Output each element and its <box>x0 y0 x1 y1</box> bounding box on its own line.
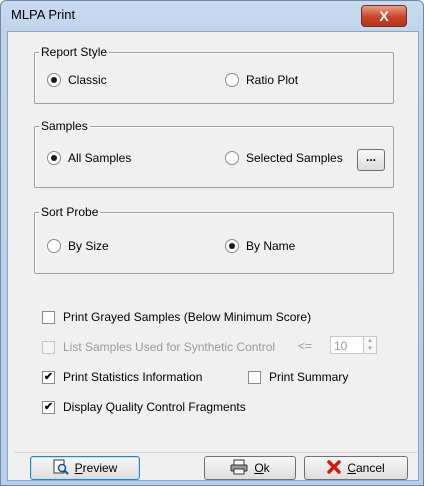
radio-by-name-indicator[interactable] <box>225 239 239 253</box>
window-title: MLPA Print <box>11 7 76 22</box>
dialog-window: MLPA Print X Report Style Classic Ratio … <box>0 0 424 486</box>
sort-probe-group: Sort Probe By Size By Name <box>34 205 394 274</box>
radio-classic-label: Classic <box>68 73 107 87</box>
radio-by-name-label: By Name <box>246 239 296 253</box>
sort-probe-legend: Sort Probe <box>39 205 101 219</box>
spin-down-icon: ▼ <box>367 346 373 352</box>
check-synthetic-control-label: List Samples Used for Synthetic Control <box>63 340 276 354</box>
check-synthetic-control-box <box>42 340 55 354</box>
preview-button[interactable]: Preview <box>30 456 140 480</box>
synthetic-count-field: 10 <box>330 336 364 354</box>
check-display-qc-box[interactable]: ✔ <box>42 400 55 414</box>
red-x-icon <box>327 459 342 477</box>
radio-selected-samples-label: Selected Samples <box>246 151 343 165</box>
check-print-summary[interactable]: Print Summary <box>248 370 348 384</box>
report-style-legend: Report Style <box>39 45 110 59</box>
radio-selected-samples[interactable]: Selected Samples <box>225 151 343 165</box>
check-display-qc[interactable]: ✔ Display Quality Control Fragments <box>42 400 246 414</box>
check-print-summary-label: Print Summary <box>269 370 349 384</box>
magnifier-page-icon <box>53 459 69 478</box>
samples-legend: Samples <box>39 119 90 133</box>
radio-by-size-indicator[interactable] <box>47 239 61 253</box>
preview-button-label: Preview <box>74 461 118 475</box>
check-print-statistics[interactable]: ✔ Print Statistics Information <box>42 370 202 384</box>
radio-by-size[interactable]: By Size <box>47 239 109 253</box>
check-print-grayed-label: Print Grayed Samples (Below Minimum Scor… <box>63 310 312 324</box>
synthetic-count-arrows: ▲ ▼ <box>364 336 377 354</box>
printer-icon <box>230 459 248 478</box>
synthetic-operator: <= <box>298 339 313 353</box>
radio-classic[interactable]: Classic <box>47 73 107 87</box>
footer-divider <box>14 452 418 453</box>
radio-ratio-plot-label: Ratio Plot <box>246 73 299 87</box>
radio-all-samples[interactable]: All Samples <box>47 151 131 165</box>
check-print-statistics-label: Print Statistics Information <box>63 370 203 384</box>
check-display-qc-label: Display Quality Control Fragments <box>63 400 246 414</box>
radio-by-size-label: By Size <box>68 239 109 253</box>
title-bar[interactable]: MLPA Print X <box>1 1 423 31</box>
close-button[interactable]: X <box>361 5 407 27</box>
synthetic-count-spinner: 10 ▲ ▼ <box>330 336 377 354</box>
radio-ratio-plot-indicator[interactable] <box>225 73 239 87</box>
ok-button[interactable]: Ok <box>204 456 296 480</box>
dialog-body: Report Style Classic Ratio Plot Samples … <box>7 31 419 481</box>
radio-ratio-plot[interactable]: Ratio Plot <box>225 73 298 87</box>
check-print-grayed-box[interactable] <box>42 310 55 324</box>
check-synthetic-control: List Samples Used for Synthetic Control <box>42 340 275 354</box>
radio-by-name[interactable]: By Name <box>225 239 295 253</box>
ok-button-label: Ok <box>254 461 270 475</box>
radio-all-samples-indicator[interactable] <box>47 151 61 165</box>
spin-up-icon: ▲ <box>367 338 373 344</box>
check-print-grayed[interactable]: Print Grayed Samples (Below Minimum Scor… <box>42 310 311 324</box>
radio-all-samples-label: All Samples <box>68 151 132 165</box>
radio-classic-indicator[interactable] <box>47 73 61 87</box>
browse-samples-button[interactable]: ... <box>357 149 385 171</box>
check-print-summary-box[interactable] <box>248 370 261 384</box>
report-style-group: Report Style Classic Ratio Plot <box>34 45 394 104</box>
check-print-statistics-box[interactable]: ✔ <box>42 370 55 384</box>
cancel-button[interactable]: Cancel <box>304 456 408 480</box>
close-icon: X <box>379 8 389 24</box>
samples-group: Samples All Samples Selected Samples ... <box>34 119 394 188</box>
radio-selected-samples-indicator[interactable] <box>225 151 239 165</box>
cancel-button-label: Cancel <box>347 461 385 475</box>
